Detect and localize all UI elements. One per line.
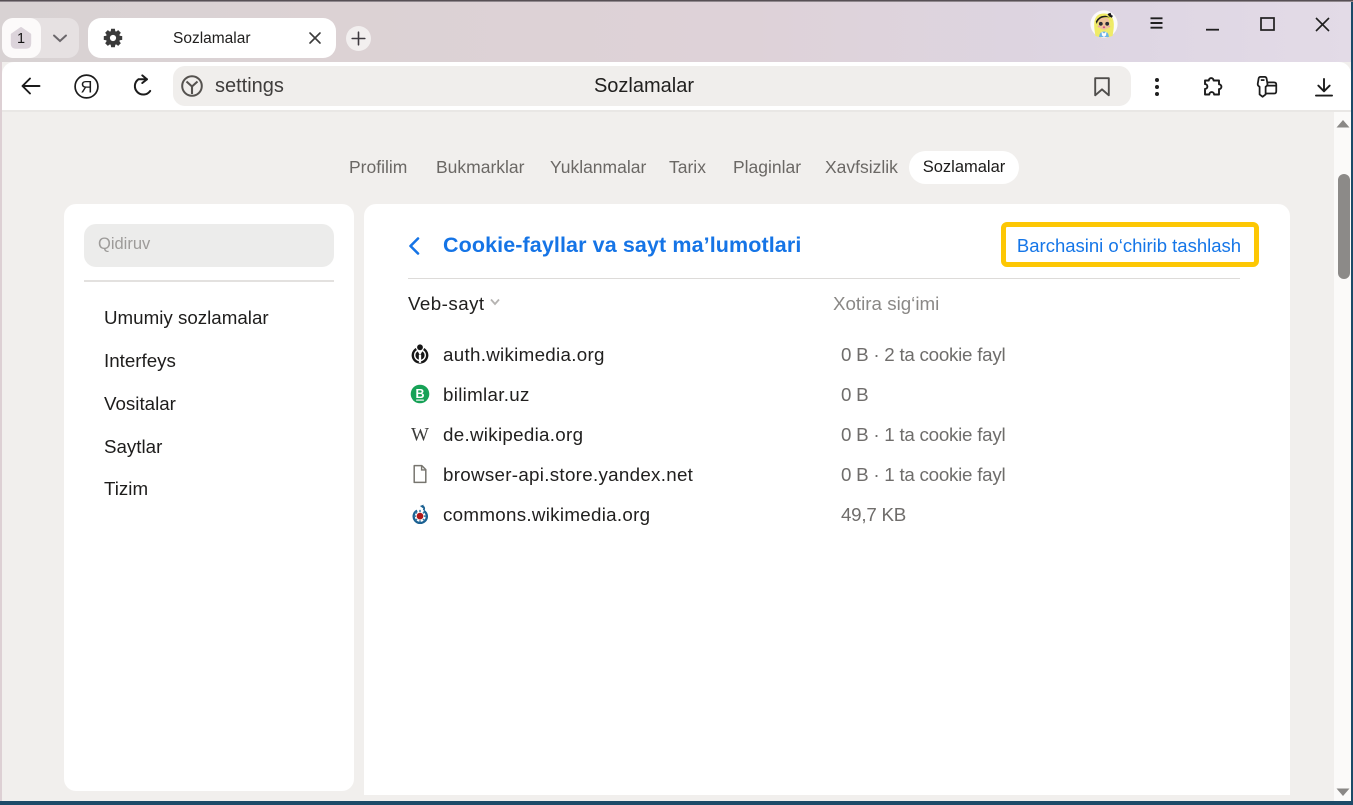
svg-text:W: W: [411, 425, 429, 445]
svg-text:1: 1: [17, 31, 25, 47]
svg-text:Я: Я: [81, 79, 93, 97]
svg-text:B: B: [415, 387, 424, 401]
